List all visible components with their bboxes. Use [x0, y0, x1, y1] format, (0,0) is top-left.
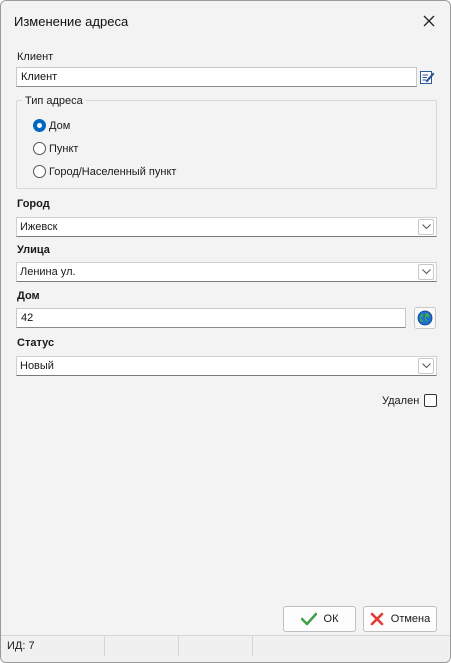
ok-button[interactable]: ОК: [283, 606, 356, 632]
city-value: Ижевск: [20, 221, 58, 233]
geocode-button[interactable]: [414, 307, 436, 329]
street-value: Ленина ул.: [20, 266, 76, 278]
radio-house[interactable]: Дом: [33, 119, 70, 132]
cancel-button-label: Отмена: [390, 613, 431, 625]
city-label: Город: [17, 198, 50, 210]
client-field[interactable]: Клиент: [16, 67, 417, 87]
radio-house-label: Дом: [49, 119, 71, 132]
ok-button-label: ОК: [323, 613, 339, 625]
house-label: Дом: [17, 290, 40, 302]
chevron-down-icon: [421, 363, 431, 369]
window-title: Изменение адреса: [14, 14, 129, 29]
radio-point[interactable]: Пункт: [33, 142, 78, 155]
chevron-down-icon: [421, 269, 431, 275]
city-dropdown-button[interactable]: [418, 219, 434, 235]
status-bar: ИД: 7: [1, 635, 450, 662]
client-label: Клиент: [17, 51, 54, 63]
edit-client-button[interactable]: [419, 69, 435, 85]
street-select[interactable]: Ленина ул.: [16, 262, 437, 282]
status-cell-id: ИД: 7: [1, 636, 105, 656]
status-dropdown-button[interactable]: [418, 358, 434, 374]
address-type-label: Тип адреса: [22, 95, 86, 107]
radio-city-settlement-label: Город/Населенный пункт: [49, 165, 177, 178]
title-bar: Изменение адреса: [1, 1, 450, 41]
checkmark-icon: [300, 612, 317, 626]
status-value: Новый: [20, 360, 54, 372]
cancel-x-icon: [370, 612, 384, 626]
city-select[interactable]: Ижевск: [16, 217, 437, 237]
radio-button: [33, 165, 46, 178]
deleted-label: Удален: [382, 395, 420, 407]
status-cell: [105, 636, 179, 656]
close-button[interactable]: [408, 1, 450, 41]
status-select[interactable]: Новый: [16, 356, 437, 376]
radio-button-checked: [33, 119, 46, 132]
record-id-text: ИД: 7: [7, 640, 35, 652]
street-label: Улица: [17, 244, 50, 256]
edit-icon: [420, 71, 435, 84]
chevron-down-icon: [421, 224, 431, 230]
status-cell: [179, 636, 253, 656]
radio-point-label: Пункт: [49, 142, 79, 155]
deleted-checkbox[interactable]: [424, 394, 437, 407]
status-label: Статус: [17, 337, 55, 349]
address-edit-dialog: Изменение адреса Клиент Клиент Тип адрес…: [0, 0, 451, 663]
globe-icon: [417, 310, 433, 326]
cancel-button[interactable]: Отмена: [363, 606, 437, 632]
street-dropdown-button[interactable]: [418, 264, 434, 280]
house-input[interactable]: 42: [16, 308, 406, 328]
radio-city-settlement[interactable]: Город/Населенный пункт: [33, 165, 176, 178]
radio-button: [33, 142, 46, 155]
close-icon: [423, 15, 435, 27]
